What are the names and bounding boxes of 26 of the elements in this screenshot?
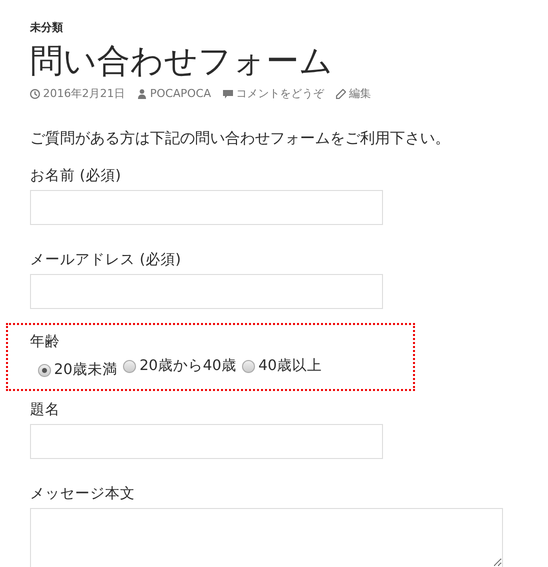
field-label: 題名 — [30, 401, 61, 420]
author-link[interactable]: POCAPOCA — [150, 86, 211, 103]
field-label: お名前 (必須) — [30, 167, 122, 186]
radio-label: 20歳から40歳 — [139, 356, 236, 376]
radio-button[interactable] — [38, 364, 51, 377]
category-link[interactable]: 未分類 — [30, 20, 548, 36]
field-label: メッセージ本文 — [30, 485, 136, 504]
radio-label: 20歳未満 — [54, 360, 118, 380]
intro-text: ご質問がある方は下記の問い合わせフォームをご利用下さい。 — [30, 128, 451, 149]
radio-label: 40歳以上 — [258, 356, 322, 376]
input-field[interactable] — [30, 190, 383, 225]
input-field[interactable] — [30, 424, 383, 460]
radio-button[interactable] — [242, 360, 256, 373]
input-field[interactable] — [30, 274, 383, 309]
page-title: 問い合わせフォーム — [30, 40, 334, 80]
edit-link[interactable]: 編集 — [349, 86, 371, 103]
post-date[interactable]: 2016年2月21日 — [43, 86, 125, 103]
person-icon — [137, 89, 147, 100]
message-field[interactable] — [30, 508, 503, 567]
radio-button[interactable] — [123, 360, 136, 373]
pencil-icon — [336, 89, 346, 100]
comment-link[interactable]: コメントをどうぞ — [236, 86, 324, 103]
field-label: メールアドレス (必須) — [30, 250, 182, 270]
clock-icon — [30, 89, 40, 100]
speech-bubble-icon — [223, 89, 233, 100]
field-label: 年齢 — [30, 332, 61, 352]
